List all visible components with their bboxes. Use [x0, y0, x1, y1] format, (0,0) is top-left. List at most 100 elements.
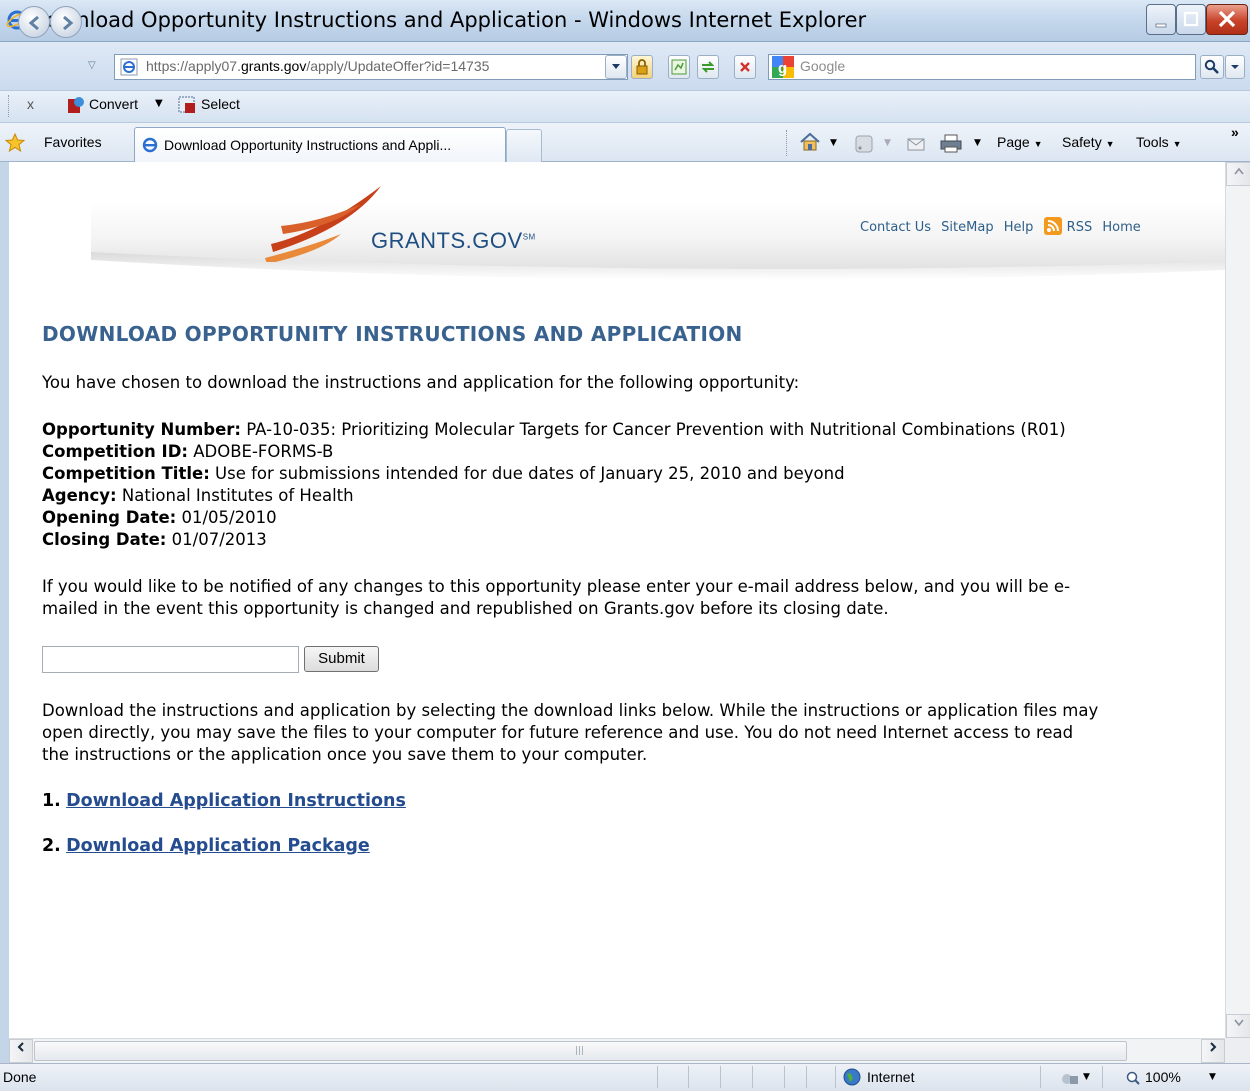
toolbar-grip [786, 130, 788, 156]
security-lock-button[interactable] [631, 55, 653, 79]
chevron-up-icon [1233, 167, 1244, 175]
email-field[interactable] [42, 646, 299, 673]
print-dropdown-icon[interactable]: ▼ [974, 138, 981, 148]
tab-ie-icon [142, 137, 158, 153]
home-dropdown-icon[interactable]: ▼ [830, 138, 837, 148]
convert-dropdown-icon[interactable]: ▼ [155, 98, 163, 109]
google-search-provider-icon[interactable]: g [772, 56, 794, 78]
horizontal-scroll-thumb[interactable]: ||| [34, 1041, 1127, 1061]
status-text: Done [3, 1069, 37, 1085]
select-button[interactable]: Select [201, 96, 240, 112]
back-button[interactable] [18, 6, 50, 38]
status-divider [752, 1066, 753, 1088]
scroll-left-button[interactable] [9, 1039, 33, 1063]
security-zone[interactable]: Internet [867, 1069, 914, 1085]
status-divider [720, 1066, 721, 1088]
grants-gov-logo-text: GRANTS.GOVSM [371, 228, 536, 253]
contact-us-link[interactable]: Contact Us [860, 220, 931, 235]
search-button[interactable] [1200, 55, 1224, 79]
compatibility-icon [671, 59, 687, 75]
chevron-down-icon [1231, 65, 1239, 69]
safety-menu[interactable]: Safety ▼ [1062, 134, 1115, 150]
competition-id-row: Competition ID: ADOBE-FORMS-B [42, 442, 334, 461]
zoom-level[interactable]: 100% [1145, 1069, 1181, 1085]
download-link-item: 2. Download Application Package [42, 836, 370, 856]
favorites-button[interactable]: Favorites [44, 134, 102, 150]
window-left-border [0, 162, 9, 1063]
protected-mode-icon[interactable] [1061, 1070, 1079, 1086]
close-icon [1218, 10, 1236, 28]
site-banner: GRANTS.GOVSM Contact Us SiteMap Help RSS… [91, 162, 1225, 292]
history-dropdown-icon[interactable]: ▽ [88, 60, 96, 71]
rss-link[interactable]: RSS [1067, 220, 1093, 235]
minimize-button[interactable] [1146, 4, 1176, 35]
window-title: Download Opportunity Instructions and Ap… [30, 8, 867, 32]
refresh-button[interactable] [697, 55, 719, 79]
read-mail-icon[interactable] [907, 136, 925, 152]
scroll-corner [1225, 1038, 1250, 1063]
compatibility-view-button[interactable] [668, 55, 690, 79]
convert-button[interactable]: Convert [89, 96, 138, 112]
status-divider [784, 1066, 785, 1088]
download-package-link[interactable]: Download Application Package [66, 836, 370, 856]
search-input[interactable]: Google [800, 58, 845, 74]
status-divider [688, 1066, 689, 1088]
scroll-up-button[interactable] [1226, 162, 1250, 186]
tab-title[interactable]: Download Opportunity Instructions and Ap… [164, 137, 451, 153]
minimize-icon [1155, 23, 1167, 28]
close-window-button[interactable] [1206, 4, 1248, 35]
zoom-dropdown-icon[interactable]: ▼ [1209, 1072, 1216, 1082]
page-menu[interactable]: Page ▼ [997, 134, 1043, 150]
status-divider [835, 1066, 836, 1088]
submit-button[interactable]: Submit [304, 646, 379, 672]
address-dropdown-button[interactable] [605, 55, 627, 79]
chevron-down-icon: ▼ [1033, 139, 1043, 149]
tools-menu[interactable]: Tools ▼ [1136, 134, 1182, 150]
closing-date-row: Closing Date: 01/07/2013 [42, 530, 267, 549]
scroll-right-button[interactable] [1201, 1039, 1225, 1063]
feeds-icon[interactable] [855, 135, 873, 153]
status-divider [1040, 1066, 1041, 1088]
sitemap-link[interactable]: SiteMap [941, 220, 993, 235]
vertical-scrollbar[interactable] [1225, 162, 1250, 1038]
maximize-button[interactable] [1176, 4, 1206, 35]
toolbar-grip [8, 95, 10, 117]
home-icon[interactable] [799, 132, 821, 152]
download-instructions-link[interactable]: Download Application Instructions [66, 791, 406, 811]
home-link[interactable]: Home [1102, 220, 1140, 235]
opportunity-number-row: Opportunity Number: PA-10-035: Prioritiz… [42, 420, 1066, 439]
help-link[interactable]: Help [1004, 220, 1034, 235]
search-options-button[interactable] [1225, 55, 1245, 79]
download-instructions-text: Download the instructions and applicatio… [42, 701, 1099, 764]
stop-button[interactable] [734, 55, 756, 79]
toolbar-overflow-button[interactable]: » [1231, 124, 1239, 140]
chevron-down-icon [612, 64, 620, 69]
feeds-dropdown-icon[interactable]: ▼ [884, 138, 891, 148]
forward-button[interactable] [50, 6, 82, 38]
select-icon [178, 96, 195, 113]
page-viewport: GRANTS.GOVSM Contact Us SiteMap Help RSS… [9, 162, 1225, 1038]
agency-row: Agency: National Institutes of Health [42, 486, 354, 505]
status-divider [806, 1066, 807, 1088]
chevron-left-icon [17, 1042, 24, 1052]
address-url[interactable]: https://apply07.grants.gov/apply/UpdateO… [146, 58, 489, 74]
site-top-nav: Contact Us SiteMap Help RSS Home [860, 216, 1141, 235]
scroll-down-button[interactable] [1226, 1014, 1250, 1038]
page-title: DOWNLOAD OPPORTUNITY INSTRUCTIONS AND AP… [42, 322, 743, 346]
scroll-grip-icon: ||| [575, 1046, 585, 1056]
horizontal-scrollbar[interactable]: ||| [9, 1038, 1225, 1063]
refresh-icon [701, 61, 715, 73]
rss-icon[interactable] [1043, 217, 1062, 235]
search-icon [1204, 59, 1219, 74]
internet-zone-globe-icon [843, 1068, 861, 1086]
intro-text: You have chosen to download the instruct… [42, 373, 800, 392]
zoom-icon [1126, 1071, 1140, 1085]
status-divider [657, 1066, 658, 1088]
print-icon[interactable] [940, 133, 962, 153]
close-toolbar-button[interactable]: x [27, 96, 34, 112]
chevron-right-icon [1210, 1042, 1217, 1052]
convert-icon [68, 97, 84, 113]
maximize-icon [1183, 11, 1199, 27]
new-tab-button[interactable] [506, 129, 542, 162]
protected-mode-dropdown-icon[interactable]: ▼ [1083, 1072, 1090, 1082]
